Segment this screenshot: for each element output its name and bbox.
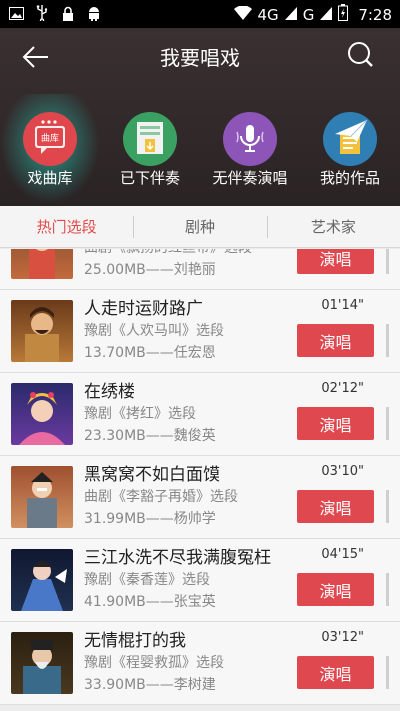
list-item[interactable]: 无情棍打的我 豫剧《程婴救孤》选段 33.90MB——李树建 03'12" 演唱 [0,622,400,705]
scroll-indicator [386,490,389,523]
category-badge: 曲库 [41,132,59,144]
scroll-indicator [386,407,389,440]
search-icon [348,42,373,67]
list-item[interactable]: 曲剧《飘扬的红丝带》选段 25.00MB——刘艳丽 演唱 [0,249,400,290]
song-size-artist: 13.70MB——任宏恩 [84,345,216,361]
sing-button[interactable]: 演唱 [297,573,374,606]
tab-opera-genres[interactable]: 剧种 [133,206,266,247]
category-label: 戏曲库 [27,169,73,187]
sing-button[interactable]: 演唱 [297,490,374,523]
song-subtitle: 豫剧《拷红》选段 [84,406,196,422]
opera-library-icon: 曲库 [23,112,77,166]
category-downloaded[interactable]: 已下伴奏 [100,104,200,204]
category-label: 我的作品 [319,169,380,187]
battery-icon [338,4,349,25]
sing-button[interactable]: 演唱 [297,407,374,440]
microphone-icon [223,112,277,166]
song-subtitle: 豫剧《程婴救孤》选段 [84,655,224,671]
song-size-artist: 23.30MB——魏俊英 [84,428,216,444]
list-item[interactable]: 人走时运财路广 豫剧《人欢马叫》选段 13.70MB——任宏恩 01'14" 演… [0,290,400,373]
clock: 7:28 [358,5,392,24]
scroll-indicator [386,573,389,606]
tab-hot-excerpts[interactable]: 热门选段 [0,206,133,247]
search-button[interactable] [346,40,380,74]
opera-thumbnail [11,549,73,611]
list-item[interactable]: 黑窝窝不如白面馍 曲剧《李豁子再婚》选段 31.99MB——杨帅学 03'10"… [0,456,400,539]
category-label: 已下伴奏 [119,169,180,187]
category-label: 无伴奏演唱 [212,169,288,187]
list-item[interactable]: 在绣楼 豫剧《拷红》选段 23.30MB——魏俊英 02'12" 演唱 [0,373,400,456]
song-title: 黑窝窝不如白面馍 [84,465,220,485]
category-acapella[interactable]: 无伴奏演唱 [200,104,300,204]
app-header: 我要唱戏 曲库 戏曲库 已下伴奏 无伴奏演唱 我的作品 [0,28,400,206]
wifi-icon [233,4,252,24]
sing-button[interactable]: 演唱 [297,249,374,274]
signal-icon-2 [320,6,333,24]
song-title: 在绣楼 [84,382,135,402]
song-size-artist: 31.99MB——杨帅学 [84,511,216,527]
opera-thumbnail [11,249,73,279]
opera-thumbnail [11,300,73,362]
lock-icon [60,5,76,21]
song-subtitle: 豫剧《人欢马叫》选段 [84,323,224,339]
category-bar: 曲库 戏曲库 已下伴奏 无伴奏演唱 我的作品 [0,94,400,204]
sing-button[interactable]: 演唱 [297,656,374,689]
song-list[interactable]: 曲剧《飘扬的红丝带》选段 25.00MB——刘艳丽 演唱 人走时运财路广 豫剧《… [0,249,400,711]
network-type: 4G [257,5,279,24]
song-duration: 03'12" [321,630,364,645]
page-title: 我要唱戏 [160,46,240,70]
scroll-indicator [386,324,389,357]
opera-thumbnail [11,466,73,528]
song-duration: 04'15" [321,547,364,562]
song-size-artist: 25.00MB——刘艳丽 [84,262,216,278]
category-my-works[interactable]: 我的作品 [300,104,400,204]
my-works-icon [323,112,377,166]
list-item[interactable]: 三江水洗不尽我满腹冤枉 豫剧《秦香莲》选段 41.90MB——张宝英 04'15… [0,539,400,622]
song-duration: 02'12" [321,381,364,396]
song-title: 三江水洗不尽我满腹冤枉 [84,548,271,568]
image-notification-icon [8,5,24,21]
usb-icon [34,5,50,21]
song-duration: 01'14" [321,298,364,313]
song-duration: 03'10" [321,464,364,479]
signal-icon [284,6,297,24]
song-size-artist: 41.90MB——张宝英 [84,594,216,610]
sing-button[interactable]: 演唱 [297,324,374,357]
carrier-label: G [302,5,315,24]
scroll-indicator [386,249,389,274]
song-subtitle: 曲剧《李豁子再婚》选段 [84,489,238,505]
android-icon [86,5,102,21]
opera-thumbnail [11,383,73,445]
download-icon [123,112,177,166]
scroll-indicator [386,656,389,689]
song-title: 人走时运财路广 [84,299,203,319]
song-subtitle: 曲剧《飘扬的红丝带》选段 [84,249,252,257]
song-subtitle: 豫剧《秦香莲》选段 [84,572,210,588]
song-size-artist: 33.90MB——李树建 [84,677,216,693]
status-bar: 4G G 7:28 [0,0,400,28]
tab-bar: 热门选段 剧种 艺术家 [0,206,400,248]
category-opera-library[interactable]: 曲库 戏曲库 [0,94,100,204]
song-title: 无情棍打的我 [84,631,186,651]
opera-thumbnail [11,632,73,694]
tab-artists[interactable]: 艺术家 [266,206,400,247]
